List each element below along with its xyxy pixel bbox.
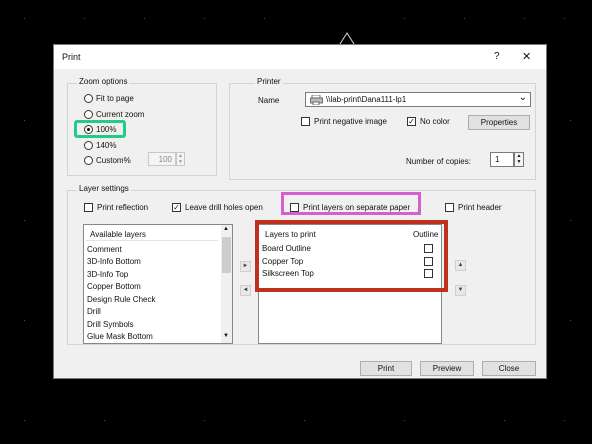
list-item[interactable]: 3D-Info Top xyxy=(87,270,128,279)
close-button[interactable]: Close xyxy=(482,361,536,376)
zoom-option-label: Custom% xyxy=(96,156,131,165)
print-negative-label: Print negative image xyxy=(314,117,387,126)
list-item[interactable]: Design Rule Check xyxy=(87,295,155,304)
print-header-label: Print header xyxy=(458,203,502,212)
leave-drill-holes-label: Leave drill holes open xyxy=(185,203,263,212)
checkbox[interactable] xyxy=(445,203,454,212)
add-layer-arrow-icon[interactable]: ► xyxy=(240,261,251,272)
available-layers-header: Available layers xyxy=(90,230,146,239)
printer-name-value: \\lab-print\Dana111-lp1 xyxy=(326,95,407,104)
zoom-option-label: 140% xyxy=(96,141,117,150)
scroll-up-icon[interactable]: ▲ xyxy=(223,226,229,232)
zoom-option-label: Current zoom xyxy=(96,110,145,119)
remove-layer-arrow-icon[interactable]: ◄ xyxy=(240,285,251,296)
highlight-100-percent xyxy=(74,120,126,138)
scroll-down-icon[interactable]: ▼ xyxy=(223,333,229,339)
checkbox-checked[interactable]: ✓ xyxy=(172,203,181,212)
window-title: Print xyxy=(62,52,81,62)
checkbox[interactable] xyxy=(301,117,310,126)
available-layers-scrollbar[interactable]: ▲ ▼ xyxy=(221,225,232,343)
radio-button[interactable] xyxy=(84,156,93,165)
spin-down-icon[interactable]: ▼ xyxy=(178,159,183,165)
move-up-arrow-icon[interactable]: ▲ xyxy=(455,260,466,271)
zoom-options-label: Zoom options xyxy=(77,77,130,86)
custom-zoom-input[interactable]: 100 xyxy=(148,152,176,166)
scrollbar-thumb[interactable] xyxy=(222,237,231,273)
list-item[interactable]: Drill xyxy=(87,307,101,316)
list-item[interactable]: 3D-Info Bottom xyxy=(87,257,141,266)
spin-down-icon[interactable]: ▼ xyxy=(517,159,522,165)
help-icon[interactable]: ? xyxy=(494,51,500,62)
printer-name-select[interactable]: \\lab-print\Dana111-lp1 ⌄ xyxy=(305,92,531,107)
triangle-marker-icon xyxy=(339,32,355,45)
checkbox[interactable] xyxy=(84,203,93,212)
radio-button[interactable] xyxy=(84,94,93,103)
list-item[interactable]: Glue Mask Bottom xyxy=(87,332,153,341)
radio-button[interactable] xyxy=(84,141,93,150)
close-icon[interactable]: ✕ xyxy=(522,50,531,63)
available-layers-list[interactable]: Available layers Comment 3D-Info Bottom … xyxy=(83,224,233,344)
no-color-label: No color xyxy=(420,117,450,126)
list-item[interactable]: Comment xyxy=(87,245,122,254)
highlight-layers-to-print xyxy=(255,220,448,292)
copies-input[interactable]: 1 xyxy=(490,152,514,167)
layer-settings-label: Layer settings xyxy=(77,184,131,193)
chevron-down-icon[interactable]: ⌄ xyxy=(519,92,527,103)
copies-spinner[interactable]: ▲ ▼ xyxy=(514,152,524,167)
custom-zoom-spinner[interactable]: ▲ ▼ xyxy=(176,152,185,166)
printer-icon xyxy=(310,95,323,105)
printer-name-label: Name xyxy=(258,96,280,105)
radio-button[interactable] xyxy=(84,110,93,119)
print-dialog: Print ? ✕ Zoom options Fit to page Curre… xyxy=(53,44,547,379)
zoom-option-label: Fit to page xyxy=(96,94,134,103)
list-item[interactable]: Drill Symbols xyxy=(87,320,134,329)
move-down-arrow-icon[interactable]: ▼ xyxy=(455,285,466,296)
header-divider xyxy=(86,240,218,241)
highlight-separate-paper xyxy=(281,192,421,215)
print-button[interactable]: Print xyxy=(360,361,412,376)
properties-button[interactable]: Properties xyxy=(468,115,530,130)
list-item[interactable]: Copper Bottom xyxy=(87,282,141,291)
title-bar: Print ? ✕ xyxy=(54,45,546,69)
printer-group-label: Printer xyxy=(255,77,283,86)
checkbox-checked[interactable]: ✓ xyxy=(407,117,416,126)
copies-label: Number of copies: xyxy=(406,157,471,166)
print-reflection-label: Print reflection xyxy=(97,203,149,212)
preview-button[interactable]: Preview xyxy=(420,361,474,376)
